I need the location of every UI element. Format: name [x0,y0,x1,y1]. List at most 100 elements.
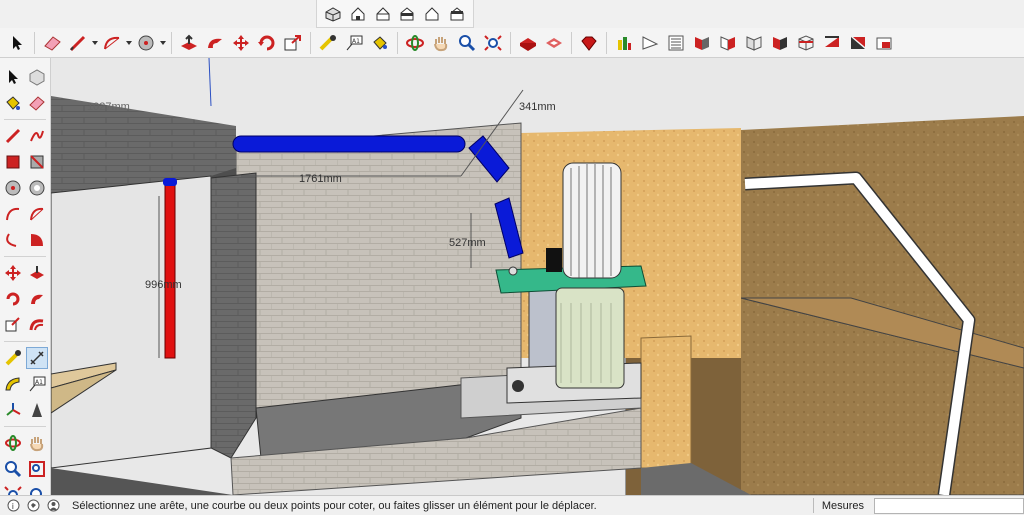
blue-duct-horizontal [232,135,466,153]
tape-measure-icon[interactable] [2,347,24,369]
select-icon[interactable] [5,31,29,55]
line-dropdown-arrow[interactable] [91,31,99,55]
pan-icon[interactable] [429,31,453,55]
model-viewport[interactable]: 1761mm 341mm 527mm 996mm 1027mm [51,58,1024,495]
rectangle-icon[interactable] [2,151,24,173]
shadows-icon[interactable] [690,31,714,55]
text-label-icon[interactable]: A1 [26,373,48,395]
measures-area: Mesures [812,496,1024,515]
zoom-icon[interactable] [2,458,24,480]
left-view-icon[interactable] [445,2,468,26]
paint-bucket-icon[interactable] [2,92,24,114]
arc-dropdown-arrow[interactable] [125,31,133,55]
extension-warehouse-icon[interactable] [542,31,566,55]
dim-label-527[interactable]: 527mm [449,237,486,249]
monochrome-icon[interactable] [872,31,896,55]
shape-icon[interactable] [134,31,158,55]
top-view-icon[interactable] [347,2,370,26]
zoom-window-icon[interactable] [26,458,48,480]
polygon-icon[interactable] [26,177,48,199]
front-view-icon[interactable] [371,2,394,26]
svg-text:i: i [11,502,13,511]
collector-bag [555,287,625,389]
two-point-arc-icon[interactable] [26,203,48,225]
zoom-icon[interactable] [455,31,479,55]
warehouse-icon[interactable] [516,31,540,55]
circle-icon[interactable] [2,177,24,199]
back-view-icon[interactable] [421,2,444,26]
tape-measure-icon[interactable] [316,31,340,55]
orbit-icon[interactable] [2,432,24,454]
status-message: Sélectionnez une arête, une courbe ou de… [72,499,597,512]
push-pull-icon[interactable] [177,31,201,55]
orbit-icon[interactable] [403,31,427,55]
pie-icon[interactable] [26,229,48,251]
hidden-line-icon[interactable] [820,31,844,55]
left-toolbar: A1 [0,58,51,504]
3d-text-icon[interactable] [26,399,48,421]
sketchup-window: A1 A1 1761mm 341mm 527mm 996mm 1027mm i … [0,0,1024,515]
toolbar-separator [510,31,511,54]
push-pull-icon[interactable] [26,262,48,284]
toolbar-separator [34,31,35,54]
back-edges-icon[interactable] [768,31,792,55]
scale-icon[interactable] [281,31,305,55]
eraser-icon[interactable] [40,31,64,55]
follow-me-icon[interactable] [203,31,227,55]
xray-icon[interactable] [742,31,766,55]
dim-label-996[interactable]: 996mm [145,279,182,291]
protractor-icon[interactable] [2,373,24,395]
follow-me-icon[interactable] [26,288,48,310]
style-icon[interactable] [638,31,662,55]
info-icon[interactable]: i [6,499,20,513]
move-icon[interactable] [2,262,24,284]
move-icon[interactable] [229,31,253,55]
zoom-extents-icon[interactable] [481,31,505,55]
pencil-line-icon[interactable] [2,125,24,147]
dim-label-1027[interactable]: 1027mm [87,101,130,113]
three-point-arc-icon[interactable] [2,229,24,251]
wireframe-icon[interactable] [794,31,818,55]
section-plane-icon[interactable] [612,31,636,55]
iso-view-icon[interactable] [322,2,345,26]
arc-icon[interactable] [100,31,124,55]
user-icon[interactable] [46,499,60,513]
toolbar-separator [397,31,398,54]
eraser-icon[interactable] [26,92,48,114]
collector-motor [546,248,562,272]
shaded-icon[interactable] [846,31,870,55]
measures-input[interactable] [874,497,1024,514]
scene-canvas: 1761mm 341mm 527mm 996mm 1027mm [51,58,1024,495]
shape-dropdown-arrow[interactable] [159,31,167,55]
text-label-icon[interactable]: A1 [342,31,366,55]
dim-label-1761[interactable]: 1761mm [299,173,342,185]
scale-icon[interactable] [2,314,24,336]
brick-pillar [210,172,257,459]
fog-icon[interactable] [716,31,740,55]
paint-bucket-icon[interactable] [368,31,392,55]
ruby-icon[interactable] [577,31,601,55]
red-duct-cap [163,178,177,186]
geolocation-icon[interactable] [26,499,40,513]
pan-icon[interactable] [26,432,48,454]
axes-icon[interactable] [2,399,24,421]
freehand-icon[interactable] [26,125,48,147]
views-toolbar [316,0,474,28]
left-opening [51,175,212,469]
back-wall [235,122,522,419]
make-component-icon[interactable] [26,66,48,88]
layers-icon[interactable] [664,31,688,55]
select-icon[interactable] [2,66,24,88]
right-view-icon[interactable] [396,2,419,26]
toolbar-separator [571,31,572,54]
osb-panel [640,335,692,469]
dim-label-341[interactable]: 341mm [519,101,556,113]
offset-icon[interactable] [26,314,48,336]
rotate-icon[interactable] [2,288,24,310]
pencil-line-icon[interactable] [66,31,90,55]
rotate-icon[interactable] [255,31,279,55]
status-bar: i Sélectionnez une arête, une courbe ou … [0,495,1024,515]
dimension-icon[interactable] [26,347,48,369]
arc-icon[interactable] [2,203,24,225]
rotated-rectangle-icon[interactable] [26,151,48,173]
